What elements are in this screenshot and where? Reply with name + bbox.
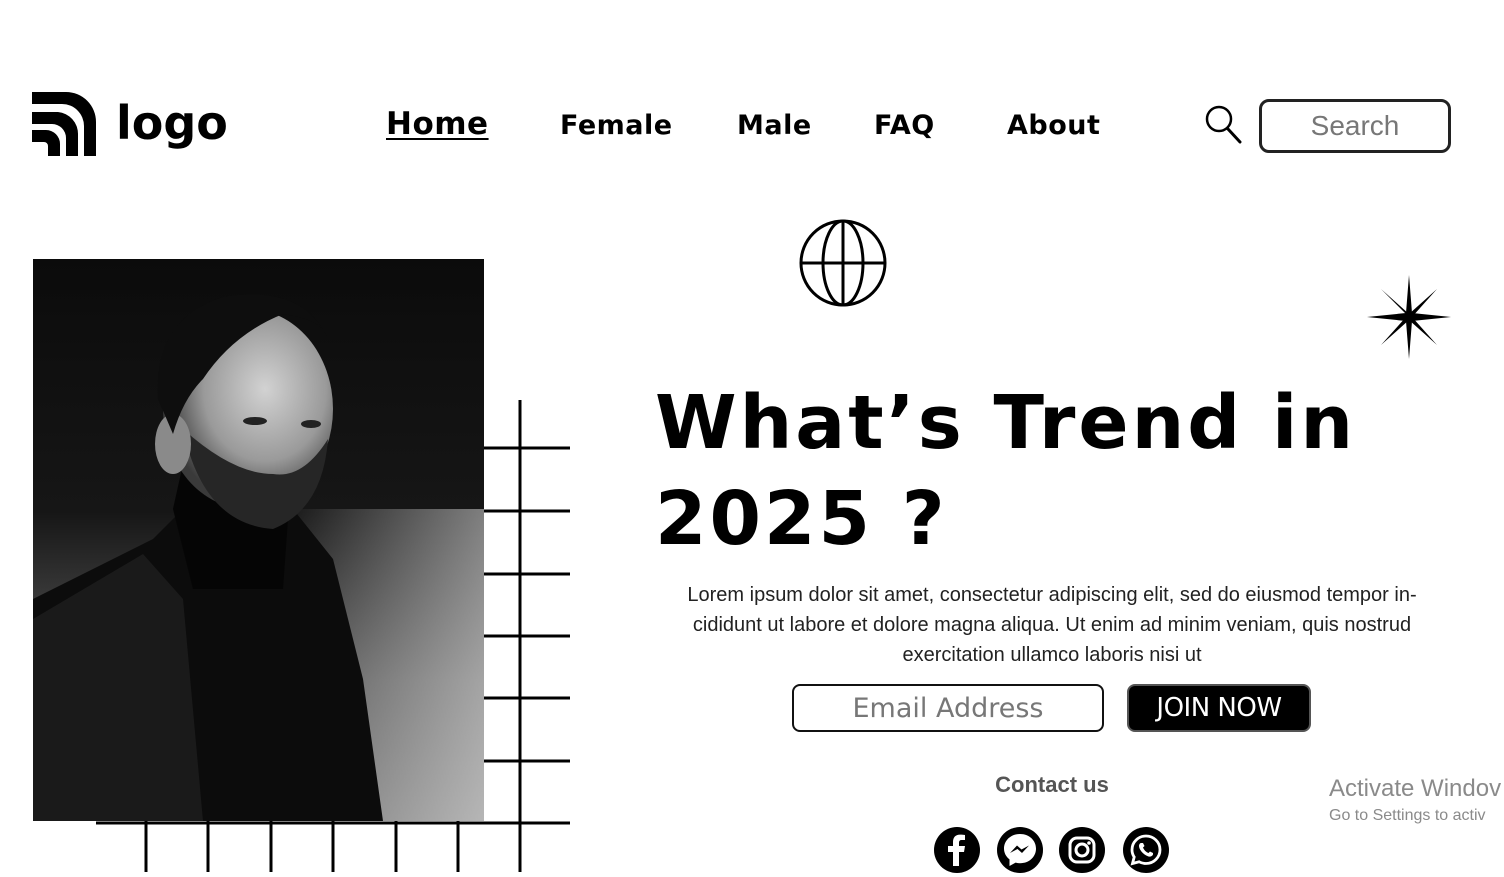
contact-us-label: Contact us	[995, 772, 1109, 797]
hero-description: Lorem ipsum dolor sit amet, consectetur …	[687, 584, 1417, 666]
logo-mark-icon[interactable]	[32, 92, 96, 156]
headline-line-2: 2025 ?	[655, 476, 948, 562]
search-icon[interactable]	[1204, 104, 1242, 144]
grid-decoration	[96, 400, 570, 872]
nav-home[interactable]: Home	[386, 106, 489, 142]
instagram-icon[interactable]	[1058, 826, 1106, 874]
email-field[interactable]	[792, 684, 1104, 732]
nav-male[interactable]: Male	[737, 108, 812, 144]
search-input[interactable]	[1259, 99, 1451, 153]
nav-about[interactable]: About	[1007, 108, 1100, 144]
headline-line-1: What’s Trend in	[655, 380, 1357, 466]
facebook-icon[interactable]	[933, 826, 981, 874]
nav-female[interactable]: Female	[560, 108, 673, 144]
join-now-button[interactable]: JOIN NOW	[1127, 684, 1311, 732]
globe-icon	[799, 219, 887, 307]
windows-activation-watermark: Activate Windov Go to Settings to activ	[1329, 774, 1501, 828]
nav-faq[interactable]: FAQ	[874, 108, 935, 144]
sparkle-star-icon	[1367, 275, 1451, 359]
messenger-icon[interactable]	[996, 826, 1044, 874]
watermark-line-1: Activate Windov	[1329, 775, 1502, 802]
logo-text[interactable]: logo	[116, 94, 228, 152]
watermark-line-2: Go to Settings to activ	[1329, 807, 1486, 824]
hero-headline: What’s Trend in 2025 ?	[655, 375, 1415, 567]
whatsapp-icon[interactable]	[1122, 826, 1170, 874]
